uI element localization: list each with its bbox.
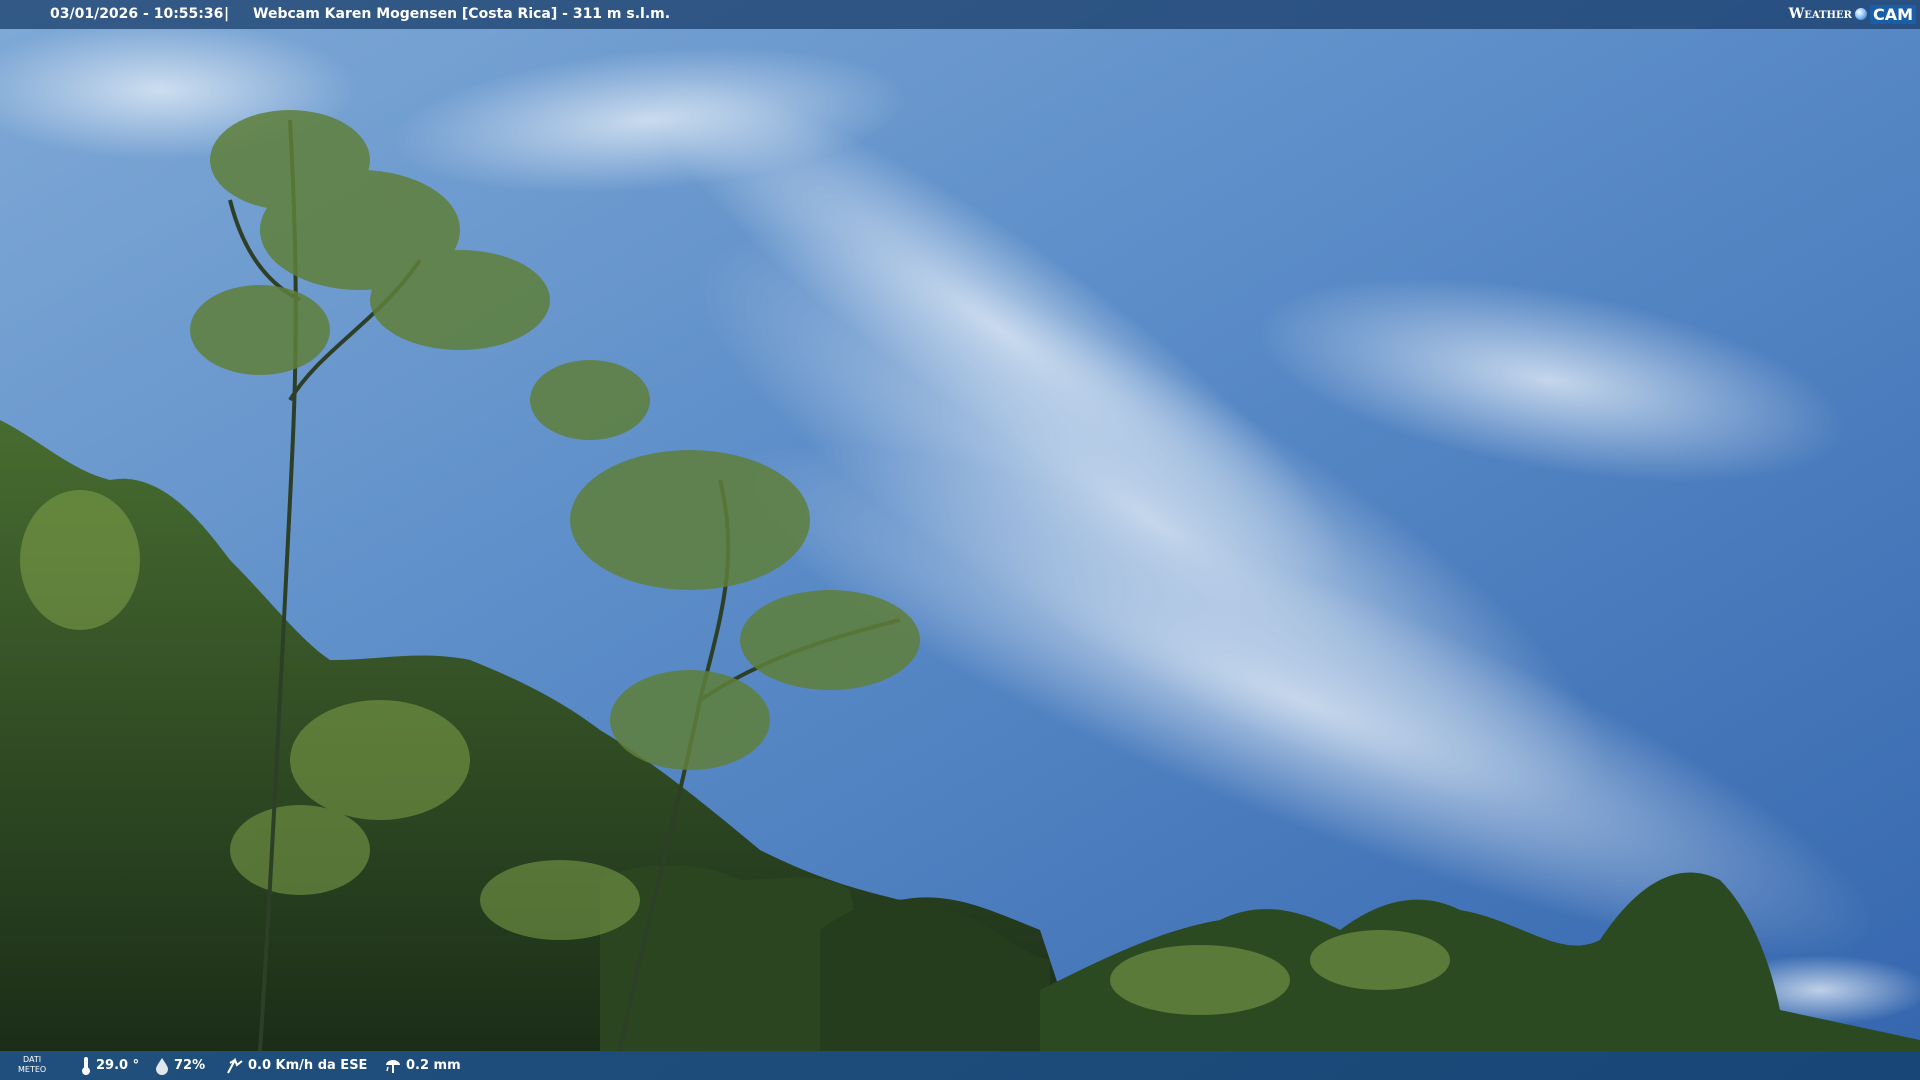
logo-weather-text: Weather [1788, 6, 1852, 22]
timestamp: 03/01/2026 - 10:55:36 [50, 6, 224, 22]
rain-reading: 0.2 mm [384, 1051, 461, 1080]
temperature-reading: 29.0 ° [80, 1051, 139, 1080]
wind-icon [227, 1057, 243, 1073]
weather-data-bar: DATI METEO 29.0 ° 72% 0.0 Km/h da ESE 0.… [0, 1051, 1920, 1080]
drop-icon [156, 1057, 168, 1075]
wind-value: 0.0 Km/h da ESE [248, 1058, 368, 1073]
rain-gauge-icon [386, 1059, 400, 1073]
humidity-reading: 72% [154, 1051, 205, 1080]
dati-label-line1: DATI [23, 1055, 42, 1064]
rain-value: 0.2 mm [406, 1058, 461, 1073]
logo-cam-text: CAM [1869, 4, 1916, 24]
dati-label-line2: METEO [18, 1065, 47, 1074]
thermometer-icon [82, 1056, 90, 1075]
weathercam-logo: Weather CAM [1789, 3, 1916, 25]
webcam-title: Webcam Karen Mogensen [Costa Rica] - 311… [253, 6, 671, 22]
webcam-header-bar: 03/01/2026 - 10:55:36 | Webcam Karen Mog… [0, 0, 1920, 29]
temperature-value: 29.0 ° [96, 1058, 140, 1073]
humidity-value: 72% [174, 1058, 206, 1073]
wind-reading: 0.0 Km/h da ESE [226, 1051, 367, 1080]
dati-meteo-label: DATI METEO [18, 1055, 46, 1075]
globe-icon [1854, 8, 1867, 20]
header-separator: | [224, 6, 230, 22]
webcam-image [0, 0, 1920, 1080]
